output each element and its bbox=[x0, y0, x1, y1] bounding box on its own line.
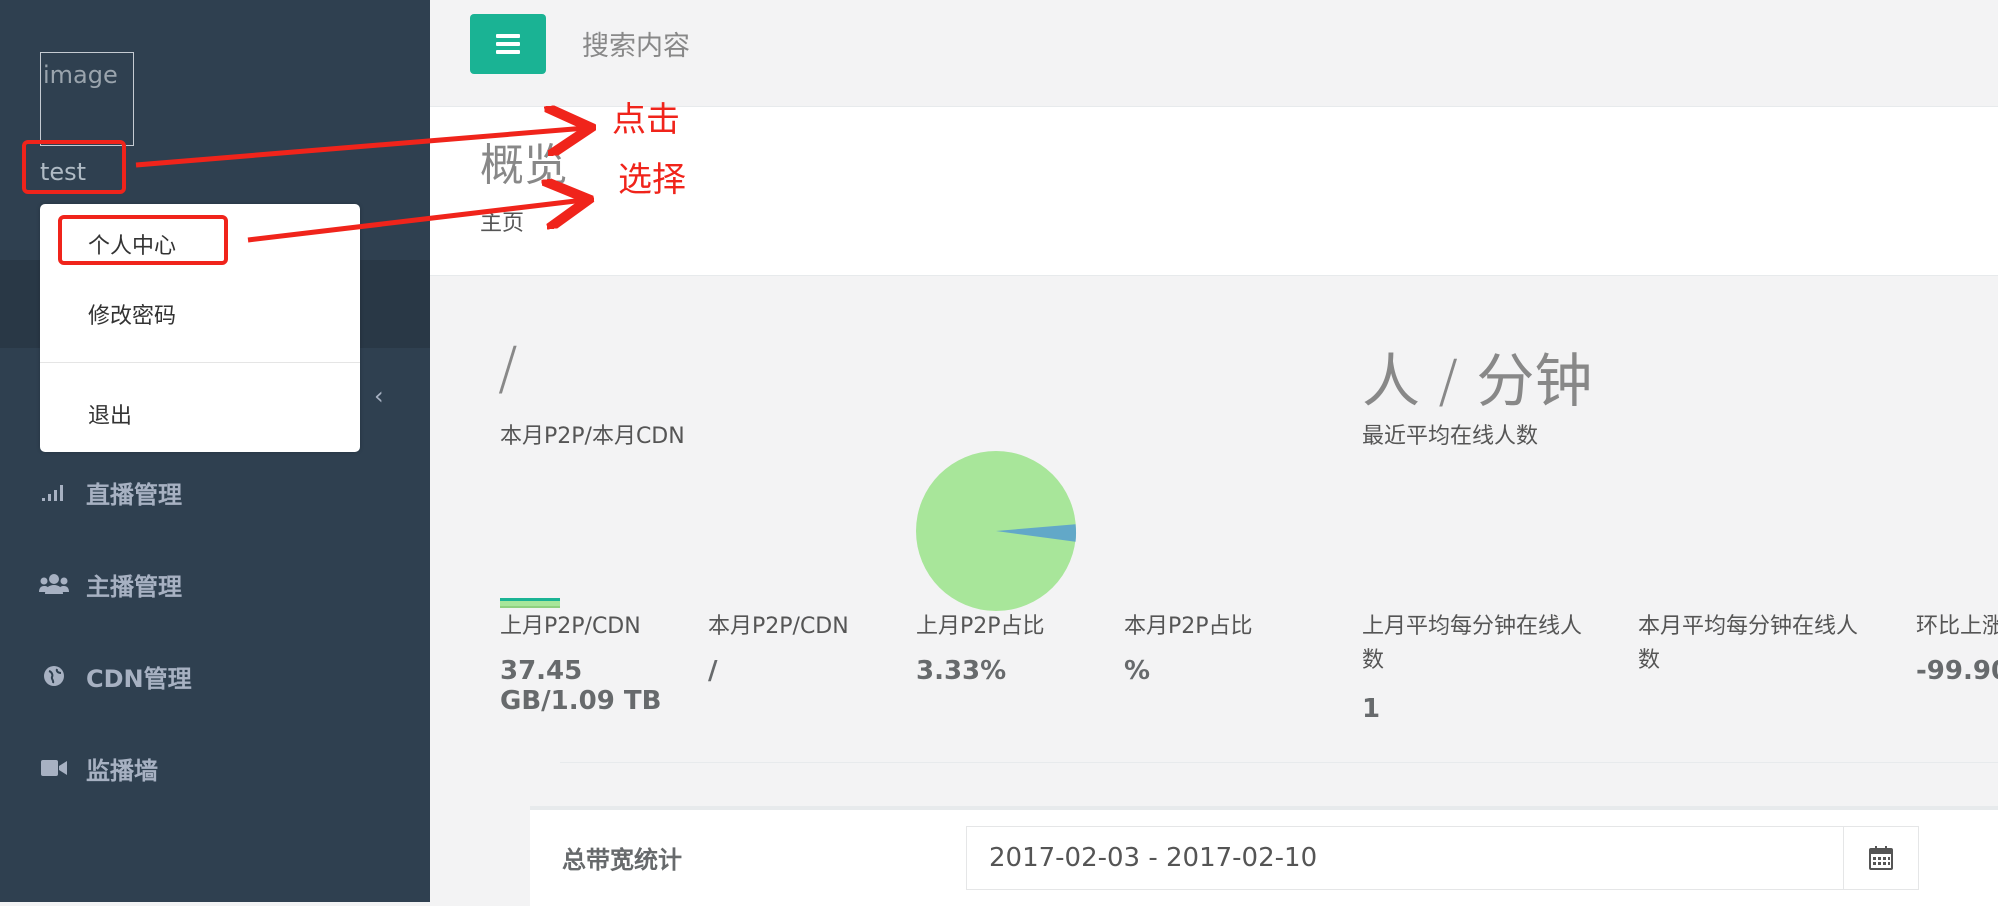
online-users-value: 人 / 分钟 bbox=[1362, 347, 1593, 415]
menu-toggle-button[interactable] bbox=[470, 14, 546, 74]
search-input[interactable] bbox=[580, 22, 1084, 70]
p2p-cdn-ratio-value: / bbox=[498, 334, 518, 402]
profile-image: image bbox=[40, 52, 134, 146]
page-title: 概览 bbox=[480, 140, 568, 191]
chevron-left-icon[interactable]: ‹ bbox=[374, 382, 384, 410]
top-navbar bbox=[430, 0, 1998, 107]
annotation-select-text: 选择 bbox=[618, 160, 686, 200]
sidebar-item-label: 监播墙 bbox=[86, 756, 158, 785]
stat-value-last-month-avg-online: 1 bbox=[1362, 694, 1381, 724]
stat-label-last-month-p2p-cdn: 上月P2P/CDN bbox=[500, 614, 641, 639]
sidebar-item-label: CDN管理 bbox=[86, 664, 192, 693]
stat-label-this-month-avg-online: 本月平均每分钟在线人数 bbox=[1638, 614, 1859, 673]
stat-label-last-month-avg-online: 上月平均每分钟在线人数 bbox=[1362, 614, 1583, 673]
stat-label-month-over-month: 环比上涨 bbox=[1916, 614, 1998, 639]
signal-bars-icon bbox=[38, 482, 70, 502]
video-camera-icon bbox=[38, 758, 70, 778]
stat-value-month-over-month: -99.90 bbox=[1916, 656, 1998, 686]
users-icon bbox=[38, 573, 70, 595]
sidebar-item-cdn[interactable]: CDN管理 bbox=[38, 656, 192, 696]
panel-title: 总带宽统计 bbox=[562, 846, 682, 874]
sidebar-item-anchors[interactable]: 主播管理 bbox=[38, 564, 182, 604]
date-range-input[interactable] bbox=[966, 826, 1850, 890]
sidebar-item-live[interactable]: 直播管理 bbox=[38, 472, 182, 512]
stat-value-last-month-p2p-share: 3.33% bbox=[916, 656, 1007, 686]
sidebar: image test ‹ 直播管理 主播管理 CDN管理 监播墙 个人中心 修改… bbox=[0, 0, 430, 902]
sparkline-bar bbox=[500, 598, 560, 606]
menu-divider bbox=[40, 362, 360, 363]
calendar-button[interactable] bbox=[1843, 826, 1919, 890]
hamburger-icon bbox=[496, 34, 520, 54]
stat-value-this-month-p2p-share: % bbox=[1124, 656, 1151, 686]
stat-label-this-month-p2p-share: 本月P2P占比 bbox=[1124, 614, 1253, 639]
calendar-icon bbox=[1869, 846, 1893, 870]
bandwidth-panel: 总带宽统计 bbox=[530, 806, 1998, 906]
sidebar-item-label: 主播管理 bbox=[86, 572, 182, 601]
stat-value-last-month-p2p-cdn: 37.45 GB/1.09 TB bbox=[500, 656, 662, 716]
stat-value-this-month-p2p-cdn: / bbox=[708, 656, 718, 686]
p2p-share-pie bbox=[916, 451, 1077, 611]
annotation-highlight-username bbox=[22, 140, 126, 194]
annotation-highlight-profile bbox=[58, 215, 228, 265]
menu-item-change-password[interactable]: 修改密码 bbox=[88, 298, 176, 330]
breadcrumb[interactable]: 主页 bbox=[480, 205, 524, 237]
p2p-cdn-ratio-label: 本月P2P/本月CDN bbox=[500, 424, 685, 449]
globe-icon bbox=[38, 665, 70, 687]
sparkline-bar-base bbox=[500, 606, 560, 608]
online-users-label: 最近平均在线人数 bbox=[1362, 424, 1539, 449]
sidebar-item-label: 直播管理 bbox=[86, 480, 182, 509]
stat-label-last-month-p2p-share: 上月P2P占比 bbox=[916, 614, 1045, 639]
annotation-click-text: 点击 bbox=[612, 100, 680, 140]
menu-item-logout[interactable]: 退出 bbox=[88, 398, 132, 430]
sidebar-item-monitor-wall[interactable]: 监播墙 bbox=[38, 748, 158, 788]
section-divider bbox=[560, 762, 1998, 763]
stat-label-this-month-p2p-cdn: 本月P2P/CDN bbox=[708, 614, 849, 639]
